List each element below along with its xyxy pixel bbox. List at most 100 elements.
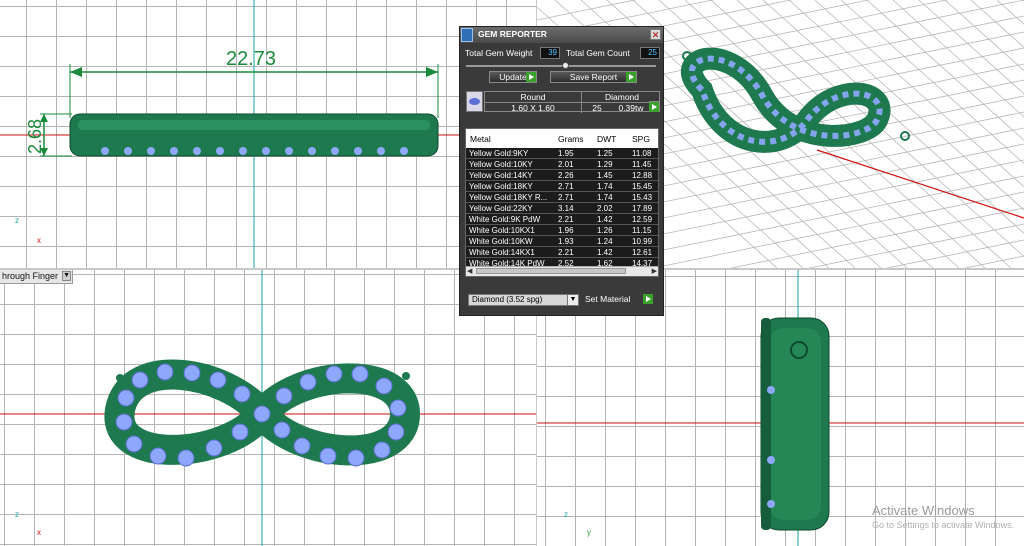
- panel-title-bar[interactable]: GEM REPORTER ✕: [460, 27, 663, 43]
- axis-z-label: z: [15, 510, 19, 519]
- gem-stone: [239, 147, 247, 155]
- dwt-cell: 1.74: [597, 182, 613, 191]
- spg-cell: 17.89: [632, 204, 653, 213]
- gem-stone: [262, 147, 270, 155]
- set-material-button[interactable]: Set Material: [585, 294, 653, 306]
- metal-table-row[interactable]: Yellow Gold:18KY R... 2.71 1.74 15.43: [466, 192, 658, 203]
- gem-stone: [377, 147, 385, 155]
- front-viewport[interactable]: 22.73 2.68 z x: [0, 0, 536, 268]
- dwt-cell: 2.02: [597, 204, 613, 213]
- metal-name-cell: White Gold:10KW: [469, 237, 533, 246]
- axis-x-label: x: [37, 528, 41, 537]
- spg-cell: 12.88: [632, 171, 653, 180]
- save-report-button[interactable]: Save Report: [550, 71, 637, 83]
- dwt-cell: 1.45: [597, 171, 613, 180]
- gem-stone: [115, 413, 133, 431]
- gem-reporter-panel[interactable]: GEM REPORTER ✕ Total Gem Weight 39 Total…: [459, 26, 664, 316]
- chevron-down-icon[interactable]: ▼: [567, 295, 578, 305]
- spg-cell: 12.59: [632, 215, 653, 224]
- material-select[interactable]: Diamond (3.52 spg) ▼: [468, 294, 579, 306]
- grams-cell: 1.93: [558, 237, 574, 246]
- round-gem-icon: [466, 91, 483, 112]
- gem-weight-value: 0.39tw: [611, 102, 651, 113]
- metal-table-row[interactable]: Yellow Gold:22KY 3.14 2.02 17.89: [466, 203, 658, 214]
- activate-windows-title: Activate Windows: [872, 503, 975, 518]
- spg-cell: 15.43: [632, 193, 653, 202]
- gem-stone: [209, 371, 227, 389]
- axis-z-label: z: [15, 216, 19, 225]
- grams-cell: 3.14: [558, 204, 574, 213]
- top-view-drawing: [0, 270, 536, 546]
- gem-stone: [216, 147, 224, 155]
- metal-name-cell: Yellow Gold:10KY: [469, 160, 533, 169]
- gem-count-value: 25: [581, 102, 612, 113]
- dwt-cell: 1.29: [597, 160, 613, 169]
- gem-stone: [170, 147, 178, 155]
- gem-stone: [253, 405, 271, 423]
- spg-cell: 11.08: [632, 149, 652, 158]
- metal-column-header: Metal: [470, 134, 491, 144]
- metal-table-row[interactable]: Yellow Gold:14KY 2.26 1.45 12.88: [466, 170, 658, 181]
- gem-stone: [285, 147, 293, 155]
- gem-stone: [117, 389, 135, 407]
- metal-table-row[interactable]: White Gold:9K PdW 2.21 1.42 12.59: [466, 214, 658, 225]
- metal-table[interactable]: Metal Grams DWT SPG Yellow Gold:9KY 1.95 1…: [465, 128, 659, 277]
- activate-windows-subtitle: Go to Settings to activate Windows.: [872, 520, 1015, 530]
- grams-cell: 2.01: [558, 160, 574, 169]
- viewport-view-label: hrough Finger: [2, 271, 59, 281]
- gem-stone: [319, 447, 337, 465]
- gem-stone: [308, 147, 316, 155]
- gem-stone: [375, 377, 393, 395]
- horizontal-scrollbar[interactable]: ◀ ▶: [466, 266, 658, 276]
- top-viewport[interactable]: hrough Finger ▼ z x: [0, 270, 536, 546]
- gem-stone: [205, 439, 223, 457]
- panel-title: GEM REPORTER: [478, 29, 547, 39]
- spg-cell: 15.45: [632, 182, 653, 191]
- gem-stone: [351, 365, 369, 383]
- metal-name-cell: Yellow Gold:18KY R...: [469, 193, 548, 202]
- grams-cell: 2.21: [558, 248, 574, 257]
- metal-table-row[interactable]: Yellow Gold:9KY 1.95 1.25 11.08: [466, 148, 658, 159]
- metal-table-row[interactable]: Yellow Gold:10KY 2.01 1.29 11.45: [466, 159, 658, 170]
- gem-stone: [387, 423, 405, 441]
- metal-table-row[interactable]: White Gold:10KW 1.93 1.24 10.99: [466, 236, 658, 247]
- dwt-cell: 1.74: [597, 193, 613, 202]
- gem-stone: [331, 147, 339, 155]
- scroll-thumb[interactable]: [476, 268, 626, 274]
- metal-name-cell: White Gold:14KX1: [469, 248, 535, 257]
- play-icon: [643, 294, 653, 304]
- viewport-view-dropdown[interactable]: hrough Finger ▼: [0, 270, 74, 284]
- set-material-button-label: Set Material: [585, 294, 631, 304]
- gem-stone: [231, 423, 249, 441]
- update-button[interactable]: Update: [489, 71, 537, 83]
- scroll-right-icon[interactable]: ▶: [652, 267, 657, 275]
- chevron-down-icon[interactable]: ▼: [62, 271, 72, 281]
- metal-table-row[interactable]: White Gold:10KX1 1.96 1.26 11.15: [466, 225, 658, 236]
- metal-name-cell: Yellow Gold:18KY: [469, 182, 533, 191]
- gem-slider[interactable]: [466, 62, 656, 69]
- slider-knob[interactable]: [562, 62, 569, 69]
- spg-cell: 12.61: [632, 248, 653, 257]
- scroll-left-icon[interactable]: ◀: [467, 267, 472, 275]
- gem-summary-table: Round Diamond 1.60 X 1.60 25 0.39tw: [484, 91, 660, 113]
- total-gem-weight-label: Total Gem Weight: [465, 48, 533, 58]
- gem-stone: [373, 441, 391, 459]
- gem-stone: [101, 147, 109, 155]
- grams-column-header: Grams: [558, 134, 584, 144]
- metal-table-row[interactable]: White Gold:14KX1 2.21 1.42 12.61: [466, 247, 658, 258]
- gem-play-button[interactable]: [649, 101, 660, 112]
- gem-reporter-logo-icon: [461, 28, 473, 42]
- gem-stone: [325, 365, 343, 383]
- metal-table-row[interactable]: Yellow Gold:18KY 2.71 1.74 15.45: [466, 181, 658, 192]
- metal-name-cell: White Gold:9K PdW: [469, 215, 541, 224]
- gem-size-value: 1.60 X 1.60: [485, 102, 581, 113]
- metal-name-cell: Yellow Gold:9KY: [469, 149, 529, 158]
- grams-cell: 2.71: [558, 193, 574, 202]
- gem-stone: [193, 147, 201, 155]
- play-icon: [626, 72, 636, 82]
- gem-stone: [354, 147, 362, 155]
- axis-y-label: y: [587, 528, 591, 537]
- close-icon[interactable]: ✕: [650, 29, 661, 40]
- dwt-cell: 1.42: [597, 215, 613, 224]
- play-icon: [526, 72, 536, 82]
